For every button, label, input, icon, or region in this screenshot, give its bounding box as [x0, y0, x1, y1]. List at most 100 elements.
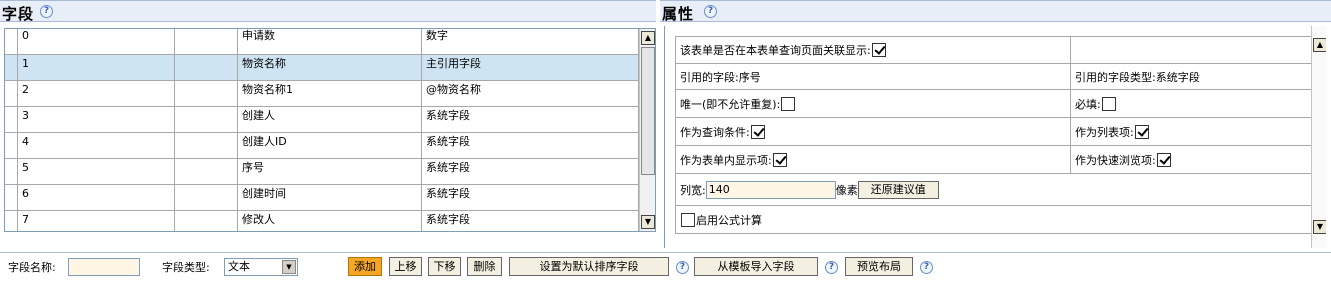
formula-label: 启用公式计算	[696, 213, 762, 227]
field-index: 4	[17, 133, 175, 159]
field-type: 主引用字段	[422, 55, 639, 81]
field-row[interactable]: 3 创建人 系统字段	[5, 107, 639, 133]
field-index: 7	[17, 211, 175, 231]
field-row[interactable]: 0 申请数 数字	[5, 29, 639, 55]
field-type-select[interactable]: 文本 ▼	[224, 258, 298, 276]
prop-row-width: 列宽: 像素 还原建议值	[675, 174, 1312, 206]
field-type-value: 文本	[228, 260, 250, 273]
field-index: 6	[17, 185, 175, 211]
field-blank	[175, 211, 238, 231]
px-unit-label: 像素	[835, 183, 858, 197]
prop-row-unique: 唯一(即不允许重复): 必填:	[675, 90, 1312, 118]
move-down-button[interactable]: 下移	[428, 257, 461, 276]
fields-title: 字段	[2, 5, 35, 23]
properties-title: 属性	[662, 5, 695, 23]
field-index: 2	[17, 81, 175, 107]
prop-row-linked: 该表单是否在本表单查询页面关联显示:	[675, 36, 1312, 64]
import-template-button[interactable]: 从模板导入字段	[694, 257, 818, 276]
move-up-button[interactable]: 上移	[389, 257, 422, 276]
scroll-up-icon[interactable]: ▲	[1313, 38, 1326, 52]
fields-grid: 0 申请数 数字 1 物资名称 主引用字段 2 物资名称1 @物资名称 3 创建…	[5, 29, 639, 231]
fields-grid-panel: 0 申请数 数字 1 物资名称 主引用字段 2 物资名称1 @物资名称 3 创建…	[4, 28, 656, 232]
properties-help-icon[interactable]: ?	[704, 5, 717, 18]
formula-checkbox[interactable]	[681, 212, 695, 227]
field-type: 系统字段	[422, 107, 639, 133]
field-type: 系统字段	[422, 211, 639, 231]
query-condition-checkbox[interactable]	[750, 124, 765, 139]
ref-field-label: 引用的字段:序号	[680, 70, 761, 84]
field-name: 创建人ID	[238, 133, 422, 159]
properties-header: 属性 ?	[660, 0, 1331, 23]
properties-panel: 该表单是否在本表单查询页面关联显示: 引用的字段:序号 引用的字段类型:系统字段…	[664, 26, 1326, 248]
field-blank	[175, 107, 238, 133]
restore-default-button[interactable]: 还原建议值	[857, 180, 939, 199]
field-index: 5	[17, 159, 175, 185]
field-blank	[175, 81, 238, 107]
scroll-down-icon[interactable]: ▼	[641, 215, 655, 229]
field-row[interactable]: 6 创建时间 系统字段	[5, 185, 639, 211]
field-row[interactable]: 2 物资名称1 @物资名称	[5, 81, 639, 107]
field-name: 创建时间	[238, 185, 422, 211]
linked-display-checkbox[interactable]	[871, 43, 886, 57]
quick-browse-checkbox[interactable]	[1156, 152, 1171, 167]
prop-empty-cell	[1071, 37, 1313, 63]
field-type: 数字	[422, 29, 639, 55]
bottom-toolbar: 字段名称: 字段类型: 文本 ▼ 添加 上移 下移 删除 设置为默认排序字段 ?…	[0, 252, 1331, 282]
quick-browse-label: 作为快速浏览项:	[1075, 153, 1156, 167]
prop-row-display: 作为表单内显示项: 作为快速浏览项:	[675, 146, 1312, 174]
linked-display-label: 该表单是否在本表单查询页面关联显示:	[680, 44, 871, 57]
required-checkbox[interactable]	[1101, 96, 1116, 111]
unique-label: 唯一(即不允许重复):	[680, 97, 781, 111]
field-row[interactable]: 4 创建人ID 系统字段	[5, 133, 639, 159]
field-blank	[175, 29, 238, 55]
field-name: 物资名称1	[238, 81, 422, 107]
scroll-thumb[interactable]	[641, 47, 655, 175]
field-row[interactable]: 5 序号 系统字段	[5, 159, 639, 185]
query-condition-label: 作为查询条件:	[680, 125, 750, 139]
list-item-checkbox[interactable]	[1134, 124, 1149, 139]
field-index: 1	[17, 55, 175, 81]
field-blank	[175, 159, 238, 185]
preview-layout-help-icon[interactable]: ?	[920, 261, 933, 274]
field-type: 系统字段	[422, 133, 639, 159]
field-type-label: 字段类型:	[162, 261, 210, 274]
delete-button[interactable]: 删除	[467, 257, 502, 276]
field-blank	[175, 133, 238, 159]
field-index: 3	[17, 107, 175, 133]
scroll-down-icon[interactable]: ▼	[1313, 220, 1326, 234]
col-width-label: 列宽:	[680, 183, 706, 197]
field-row-selected[interactable]: 1 物资名称 主引用字段	[5, 55, 639, 81]
field-index: 0	[17, 29, 175, 55]
field-type: 系统字段	[422, 185, 639, 211]
prop-row-query: 作为查询条件: 作为列表项:	[675, 118, 1312, 146]
default-sort-help-icon[interactable]: ?	[676, 261, 689, 274]
preview-layout-button[interactable]: 预览布局	[845, 257, 913, 276]
field-name: 修改人	[238, 211, 422, 231]
form-display-label: 作为表单内显示项:	[680, 153, 772, 167]
unique-checkbox[interactable]	[781, 96, 796, 111]
import-template-help-icon[interactable]: ?	[825, 261, 838, 274]
list-item-label: 作为列表项:	[1075, 125, 1134, 139]
fields-header: 字段 ?	[0, 0, 656, 23]
field-name: 物资名称	[238, 55, 422, 81]
prop-row-ref: 引用的字段:序号 引用的字段类型:系统字段	[675, 64, 1312, 90]
properties-scrollbar[interactable]: ▲ ▼	[1311, 26, 1326, 248]
field-name-input[interactable]	[68, 258, 140, 276]
field-type: 系统字段	[422, 159, 639, 185]
field-name: 序号	[238, 159, 422, 185]
form-display-checkbox[interactable]	[772, 152, 787, 167]
scroll-up-icon[interactable]: ▲	[641, 31, 655, 45]
field-blank	[175, 55, 238, 81]
field-blank	[175, 185, 238, 211]
add-button[interactable]: 添加	[348, 257, 382, 276]
default-sort-button[interactable]: 设置为默认排序字段	[509, 257, 669, 276]
prop-row-formula: 启用公式计算	[675, 206, 1312, 234]
fields-scrollbar[interactable]: ▲ ▼	[639, 29, 655, 231]
ref-type-label: 引用的字段类型:系统字段	[1075, 70, 1200, 84]
field-name-label: 字段名称:	[8, 261, 56, 274]
col-width-input[interactable]	[705, 180, 836, 199]
field-row[interactable]: 7 修改人 系统字段	[5, 211, 639, 231]
fields-help-icon[interactable]: ?	[40, 5, 53, 18]
dropdown-arrow-icon: ▼	[282, 260, 296, 274]
field-name: 创建人	[238, 107, 422, 133]
